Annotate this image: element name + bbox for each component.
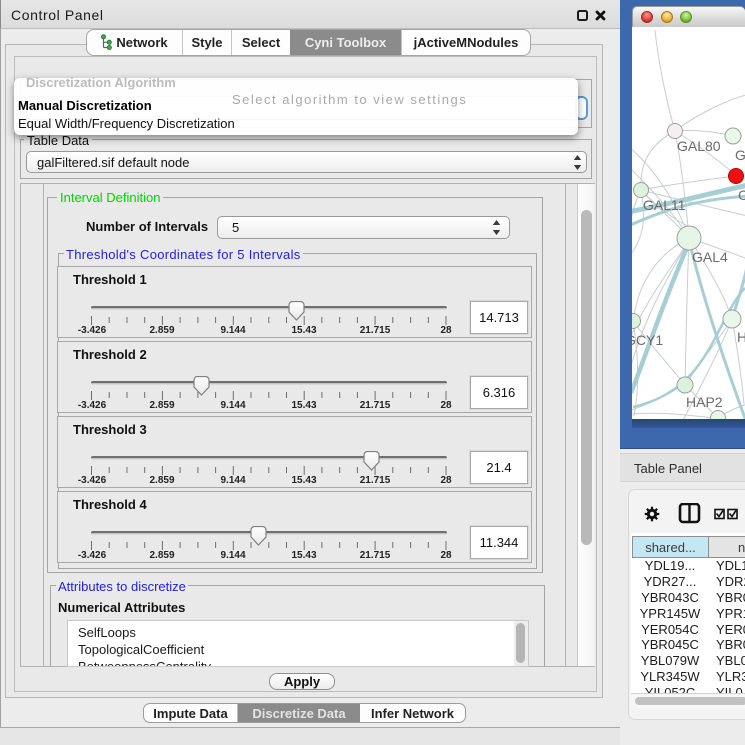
svg-text:GAL4: GAL4: [692, 249, 728, 265]
svg-text:GA: GA: [735, 147, 745, 163]
svg-text:GAL11: GAL11: [643, 197, 686, 213]
svg-text:C: C: [738, 187, 745, 203]
svg-text:GCY1: GCY1: [632, 332, 663, 348]
svg-text:HA: HA: [737, 329, 745, 345]
svg-text:GAL80: GAL80: [677, 138, 721, 154]
svg-text:HAP2: HAP2: [686, 394, 723, 410]
